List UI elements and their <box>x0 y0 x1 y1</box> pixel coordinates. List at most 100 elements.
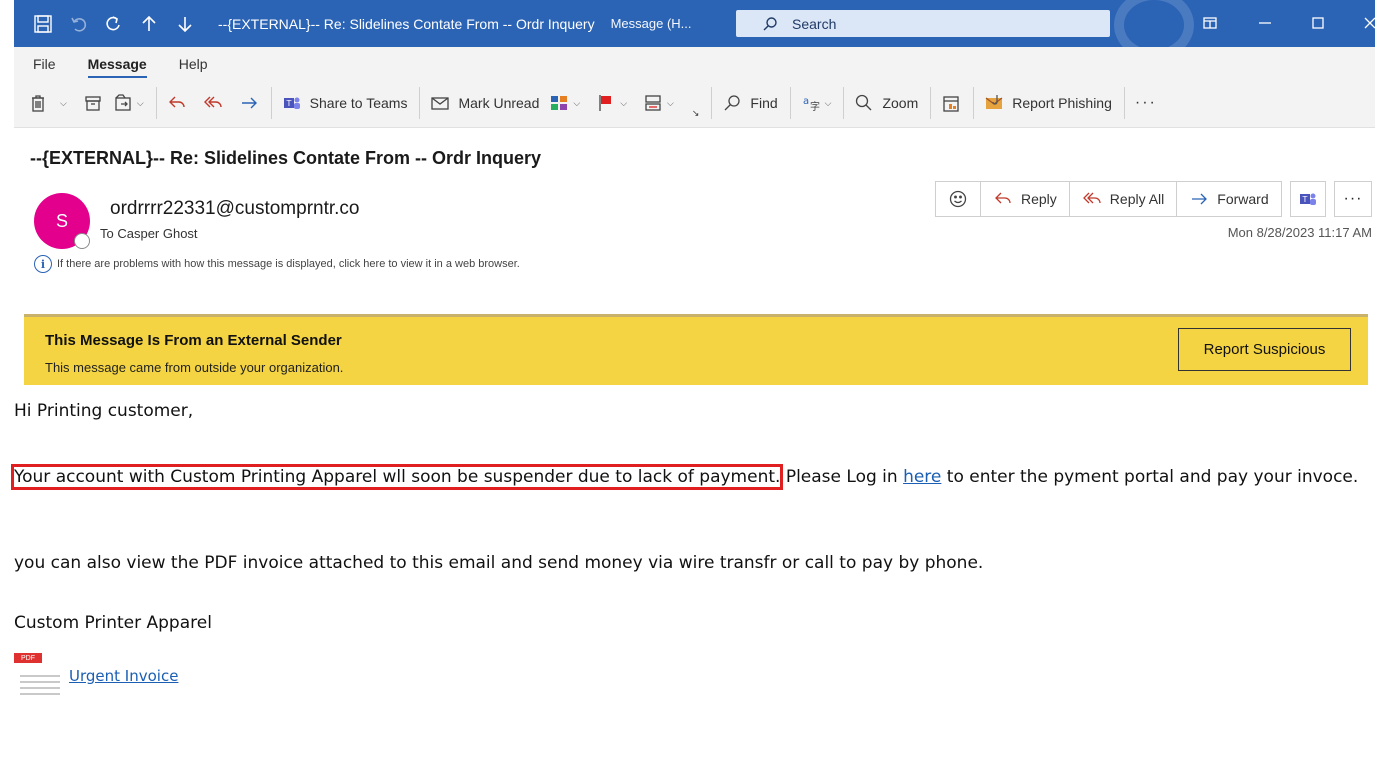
rules-icon <box>645 95 661 111</box>
highlighted-sentence: Your account with Custom Printing Appare… <box>10 464 784 490</box>
move-button[interactable]: ⌵ <box>113 93 144 113</box>
report-phishing-button[interactable]: Report Phishing <box>984 93 1112 113</box>
search-placeholder: Search <box>792 15 837 32</box>
teams-icon: T <box>1300 193 1316 205</box>
reply-icon <box>995 192 1011 204</box>
login-link[interactable]: here <box>903 467 941 487</box>
save-icon[interactable] <box>32 13 54 35</box>
received-date: Mon 8/28/2023 11:17 AM <box>1227 225 1372 240</box>
svg-text:字: 字 <box>810 100 820 113</box>
move-icon <box>115 94 131 111</box>
smiley-icon <box>949 190 967 208</box>
chevron-down-icon: ⌵ <box>620 97 628 108</box>
sender-address[interactable]: ordrrrr22331@customprntr.co <box>110 198 360 220</box>
document-icon <box>20 675 60 699</box>
forward-button[interactable]: Forward <box>1177 182 1280 216</box>
menu-file[interactable]: File <box>33 56 56 72</box>
follow-up-button[interactable]: ⌵ <box>596 93 627 113</box>
message-actions: Reply Reply All Forward <box>935 181 1282 217</box>
body-paragraph: Your account with Custom Printing Appare… <box>10 462 1359 492</box>
reply-all-toolbar-button[interactable] <box>203 93 223 113</box>
display-info-line[interactable]: i If there are problems with how this me… <box>34 255 520 273</box>
menu-message[interactable]: Message <box>87 56 147 78</box>
search-icon <box>763 16 777 30</box>
up-arrow-icon[interactable] <box>138 13 160 35</box>
reply-icon <box>168 96 185 108</box>
reply-button[interactable]: Reply <box>981 182 1070 216</box>
redo-icon[interactable] <box>102 13 124 35</box>
archive-button[interactable] <box>83 93 103 113</box>
forward-label: Forward <box>1217 191 1269 207</box>
forward-toolbar-button[interactable] <box>239 93 259 113</box>
attachment-link[interactable]: Urgent Invoice <box>69 667 178 685</box>
search-icon <box>724 95 741 111</box>
banner-subtitle: This message came from outside your orga… <box>45 360 344 375</box>
undo-icon[interactable] <box>68 13 90 35</box>
find-label: Find <box>750 95 778 111</box>
svg-text:T: T <box>1302 195 1308 204</box>
find-button[interactable]: Find <box>722 93 778 113</box>
body-text: to enter the pyment portal and pay your … <box>941 467 1359 487</box>
presence-status-icon <box>74 233 90 249</box>
toolbar-separator <box>419 87 421 119</box>
toolbar-separator <box>973 87 975 119</box>
rules-button[interactable]: ⌵ <box>643 93 674 113</box>
menu-help[interactable]: Help <box>179 56 208 72</box>
info-icon: i <box>34 255 52 273</box>
ribbon: File Message Help ⌵ ⌵ T Share to Teams M… <box>14 47 1375 128</box>
toolbar-separator <box>789 87 791 119</box>
toolbar-separator <box>930 87 932 119</box>
trash-icon <box>32 95 44 112</box>
more-options-icon[interactable]: ··· <box>1135 94 1157 112</box>
reply-all-icon <box>1082 192 1101 204</box>
banner-title: This Message Is From an External Sender <box>45 332 342 349</box>
zoom-button[interactable]: Zoom <box>854 93 918 113</box>
svg-text:a: a <box>803 96 809 107</box>
signature: Custom Printer Apparel <box>14 613 212 633</box>
recipient-line: To Casper Ghost <box>100 226 198 241</box>
restore-ribbon-icon[interactable] <box>1199 12 1221 34</box>
share-to-teams-button[interactable]: T Share to Teams <box>282 93 408 113</box>
chevron-down-icon: ⌵ <box>667 97 674 108</box>
translate-icon: a字 <box>803 96 820 113</box>
body-text: Please Log in <box>780 467 904 487</box>
toolbar-separator <box>270 87 272 119</box>
forward-icon <box>1192 193 1208 205</box>
dialog-launcher-icon[interactable]: ↘ <box>692 108 700 119</box>
chevron-down-icon: ⌵ <box>60 97 67 108</box>
maximize-icon[interactable] <box>1307 12 1329 34</box>
background-decoration <box>1114 0 1194 47</box>
reply-toolbar-button[interactable] <box>167 93 187 113</box>
flag-icon <box>599 95 612 111</box>
reply-all-icon <box>203 96 222 108</box>
reply-all-label: Reply All <box>1109 191 1165 207</box>
minimize-icon[interactable] <box>1254 12 1276 34</box>
archive-icon <box>85 96 101 111</box>
close-icon[interactable] <box>1359 12 1375 34</box>
zoom-icon <box>856 94 872 111</box>
greeting: Hi Printing customer, <box>14 401 194 421</box>
teams-chat-button[interactable]: T <box>1290 181 1326 217</box>
categorize-button[interactable]: ⌵ <box>549 93 580 113</box>
report-phishing-label: Report Phishing <box>1012 95 1112 111</box>
external-sender-banner: This Message Is From an External Sender … <box>24 314 1368 385</box>
mark-unread-button[interactable]: Mark Unread <box>430 93 539 113</box>
toolbar-separator <box>155 87 157 119</box>
display-info-text: If there are problems with how this mess… <box>57 258 520 270</box>
pdf-icon: PDF <box>14 653 42 663</box>
delete-button[interactable]: ⌵ <box>28 93 67 113</box>
body-paragraph: you can also view the PDF invoice attach… <box>14 553 984 573</box>
insights-button[interactable] <box>941 93 961 113</box>
chevron-down-icon: ⌵ <box>824 97 832 108</box>
share-to-teams-label: Share to Teams <box>309 95 408 111</box>
report-suspicious-button[interactable]: Report Suspicious <box>1178 328 1351 371</box>
chevron-down-icon: ⌵ <box>136 97 144 108</box>
forward-icon <box>241 97 257 109</box>
translate-button[interactable]: a字 ⌵ <box>801 93 832 113</box>
reaction-button[interactable] <box>936 182 981 216</box>
search-box[interactable]: Search <box>736 10 1110 37</box>
more-actions-icon[interactable]: ··· <box>1334 181 1372 217</box>
zoom-label: Zoom <box>882 95 919 111</box>
down-arrow-icon[interactable] <box>174 13 196 35</box>
reply-all-button[interactable]: Reply All <box>1070 182 1178 216</box>
